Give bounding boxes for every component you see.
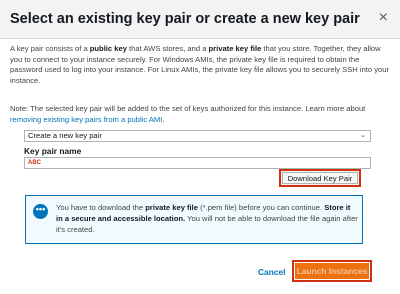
note-text-body: Note: The selected key pair will be adde…: [10, 104, 366, 113]
launch-instances-button[interactable]: Launch Instances: [292, 260, 372, 282]
download-key-pair-label: Download Key Pair: [282, 172, 358, 184]
info-text-1: You have to download the: [56, 203, 146, 212]
key-pair-name-input[interactable]: ABC: [24, 157, 371, 169]
cancel-button[interactable]: Cancel: [258, 267, 285, 277]
key-pair-name-label: Key pair name: [24, 146, 82, 156]
download-key-pair-button[interactable]: Download Key Pair: [279, 169, 361, 187]
note-text: Note: The selected key pair will be adde…: [10, 104, 392, 125]
public-key-bold: public key: [89, 44, 127, 53]
chat-bubble-icon: •••: [33, 204, 48, 219]
info-text-2: (*.pem file) before you can continue.: [198, 203, 325, 212]
chevron-down-icon: ⌄: [360, 132, 366, 139]
launch-instances-text: Launch Instances: [296, 266, 368, 276]
desc-text-2: that AWS stores, and a: [126, 44, 209, 53]
modal-header: Select an existing key pair or create a …: [0, 0, 400, 39]
key-pair-select-value: Create a new key pair: [28, 131, 102, 140]
private-key-bold: private key file: [208, 44, 262, 53]
key-pair-description: A key pair consists of a public key that…: [10, 44, 392, 86]
desc-text-1: A key pair consists of a: [10, 44, 90, 53]
close-icon[interactable]: ×: [379, 10, 388, 26]
remove-key-pairs-link[interactable]: removing existing key pairs from a publi…: [10, 115, 162, 124]
note-text-end: .: [162, 114, 165, 124]
info-bold-1: private key file: [145, 203, 198, 212]
modal-title: Select an existing key pair or create a …: [10, 11, 360, 27]
info-alert: ••• You have to download the private key…: [25, 195, 363, 244]
info-alert-text: You have to download the private key fil…: [56, 202, 358, 235]
key-pair-select[interactable]: Create a new key pair ⌄: [24, 130, 371, 142]
launch-instances-label: Launch Instances: [295, 263, 369, 279]
